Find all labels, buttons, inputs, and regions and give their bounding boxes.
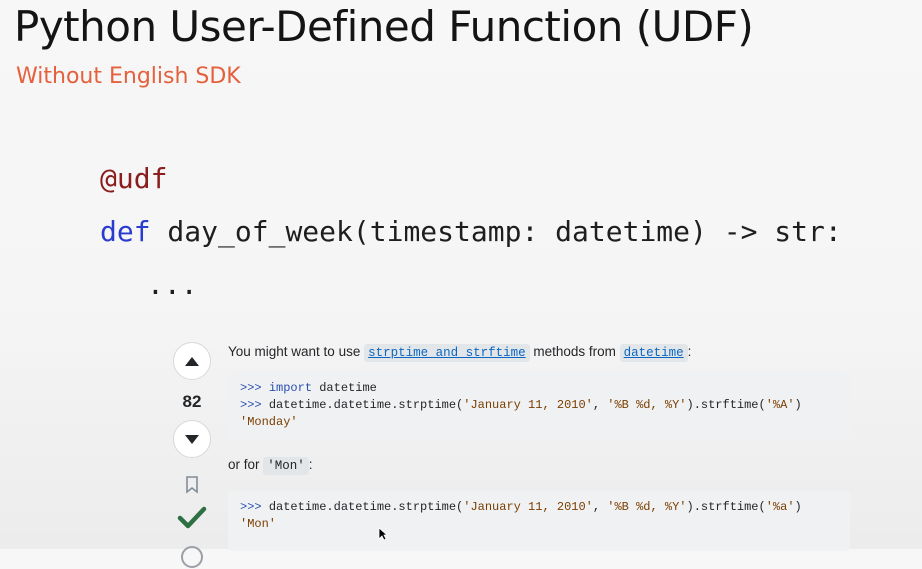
- strptime-strftime-link[interactable]: strptime and strftime: [364, 344, 530, 362]
- code-block-2: >>> datetime.datetime.strptime('January …: [228, 491, 850, 551]
- upvote-arrow-icon: [185, 356, 199, 366]
- accepted-checkmark-icon: [177, 506, 207, 529]
- prompt: >>>: [240, 500, 269, 514]
- prompt: >>>: [240, 398, 269, 412]
- code-text: ): [794, 398, 802, 412]
- code-output: 'Monday': [240, 415, 298, 429]
- answer-intro: You might want to use strptime and strft…: [228, 344, 918, 362]
- code-text: ).strftime(: [686, 398, 766, 412]
- upvote-button[interactable]: [173, 342, 211, 380]
- slide-title: Python User-Defined Function (UDF): [14, 2, 754, 51]
- decorator-text: @udf: [100, 162, 168, 195]
- mouse-cursor-icon: [378, 527, 388, 541]
- slide: Python User-Defined Function (UDF) Witho…: [0, 0, 922, 568]
- downvote-button[interactable]: [173, 420, 211, 458]
- or-colon: :: [308, 457, 313, 472]
- code-string: '%a': [765, 500, 795, 514]
- code-string: 'January 11, 2010': [463, 500, 593, 514]
- code-text: datetime.datetime.strptime(: [268, 398, 464, 412]
- or-text: or for: [228, 457, 264, 472]
- vote-column: 82: [172, 342, 212, 568]
- code-string: 'January 11, 2010': [463, 398, 593, 412]
- code-output: 'Mon': [240, 517, 277, 531]
- intro-text: You might want to use: [228, 344, 365, 359]
- function-signature: day_of_week(timestamp: datetime) -> str:: [150, 215, 842, 248]
- vote-count: 82: [182, 392, 202, 411]
- code-block-1: >>> import datetime >>> datetime.datetim…: [228, 372, 850, 439]
- answer-body: You might want to use strptime and strft…: [228, 344, 918, 569]
- intro-text-middle: methods from: [529, 344, 620, 359]
- downvote-arrow-icon: [185, 434, 199, 444]
- bookmark-icon[interactable]: [185, 476, 199, 494]
- code-text: datetime.datetime.strptime(: [268, 500, 464, 514]
- code-string: '%B %d, %Y': [607, 398, 687, 412]
- answer-or-line: or for 'Mon':: [228, 457, 918, 475]
- slide-subtitle: Without English SDK: [16, 64, 241, 89]
- code-text: ): [794, 500, 802, 514]
- stackoverflow-answer: 82 You might want to use strptime and st…: [164, 330, 922, 568]
- history-icon[interactable]: [181, 546, 203, 568]
- intro-text-colon: :: [687, 344, 692, 359]
- import-keyword: import: [268, 381, 313, 395]
- def-keyword: def: [100, 215, 151, 248]
- inline-code-mon: 'Mon': [263, 457, 309, 475]
- prompt: >>>: [240, 381, 269, 395]
- code-snippet: @udf def day_of_week(timestamp: datetime…: [100, 152, 842, 311]
- datetime-link[interactable]: datetime: [619, 344, 688, 362]
- code-ellipsis: ...: [147, 268, 198, 301]
- code-string: '%A': [765, 398, 795, 412]
- code-text: ,: [592, 500, 608, 514]
- code-text: datetime: [312, 381, 377, 395]
- code-string: '%B %d, %Y': [607, 500, 687, 514]
- code-text: ,: [592, 398, 608, 412]
- code-text: ).strftime(: [686, 500, 766, 514]
